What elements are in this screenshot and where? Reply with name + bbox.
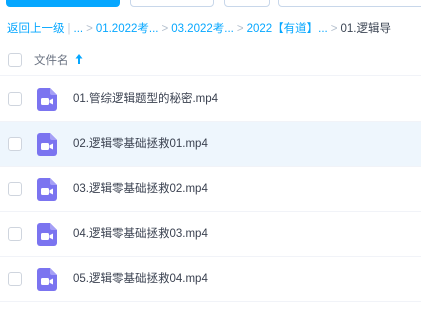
select-all-checkbox[interactable] (8, 53, 22, 67)
sort-ascending-icon[interactable] (74, 52, 84, 66)
file-row[interactable]: 05.逻辑零基础拯救04.mp4 (0, 257, 421, 302)
toolbar (0, 0, 421, 8)
breadcrumb-ellipsis[interactable]: ... (74, 21, 84, 37)
breadcrumb-separator: > (236, 23, 244, 35)
breadcrumb: 返回上一级 |... >01.2022考... >03.2022考... >2022【有… (7, 21, 421, 37)
file-name[interactable]: 04.逻辑零基础拯救03.mp4 (73, 212, 208, 257)
breadcrumb-item[interactable]: 2022【有道】... (247, 21, 328, 37)
file-row[interactable]: 02.逻辑零基础拯救01.mp4 (0, 122, 421, 167)
video-file-icon (37, 223, 57, 246)
toolbar-button[interactable] (224, 0, 270, 7)
file-row[interactable]: 03.逻辑零基础拯救02.mp4 (0, 167, 421, 212)
name-column-header[interactable]: 文件名 (34, 52, 69, 68)
file-browser: 返回上一级 |... >01.2022考... >03.2022考... >2022【有… (0, 0, 421, 319)
breadcrumb-separator: > (161, 23, 169, 35)
row-checkbox[interactable] (8, 137, 22, 151)
upload-button[interactable] (6, 0, 120, 7)
file-row[interactable]: 01.管综逻辑题型的秘密.mp4 (0, 77, 421, 122)
back-link[interactable]: 返回上一级 (7, 21, 65, 37)
video-file-icon (37, 268, 57, 291)
breadcrumb-current: 01.逻辑导 (340, 23, 391, 35)
row-checkbox[interactable] (8, 227, 22, 241)
file-name[interactable]: 05.逻辑零基础拯救04.mp4 (73, 257, 208, 302)
row-checkbox[interactable] (8, 272, 22, 286)
video-file-icon (37, 88, 57, 111)
new-folder-button[interactable] (130, 0, 214, 7)
search-input[interactable] (278, 0, 421, 7)
row-checkbox[interactable] (8, 92, 22, 106)
video-file-icon (37, 133, 57, 156)
file-name[interactable]: 03.逻辑零基础拯救02.mp4 (73, 167, 208, 212)
file-name[interactable]: 02.逻辑零基础拯救01.mp4 (73, 122, 208, 167)
breadcrumb-separator: > (86, 23, 93, 35)
breadcrumb-divider: | (67, 23, 71, 35)
video-file-icon (37, 178, 57, 201)
file-row[interactable]: 04.逻辑零基础拯救03.mp4 (0, 212, 421, 257)
breadcrumb-item[interactable]: 01.2022考... (96, 21, 159, 37)
row-checkbox[interactable] (8, 182, 22, 196)
file-name[interactable]: 01.管综逻辑题型的秘密.mp4 (73, 77, 218, 122)
breadcrumb-item[interactable]: 03.2022考... (171, 21, 234, 37)
breadcrumb-separator: > (330, 23, 338, 35)
file-list-header: 文件名 (0, 44, 421, 76)
